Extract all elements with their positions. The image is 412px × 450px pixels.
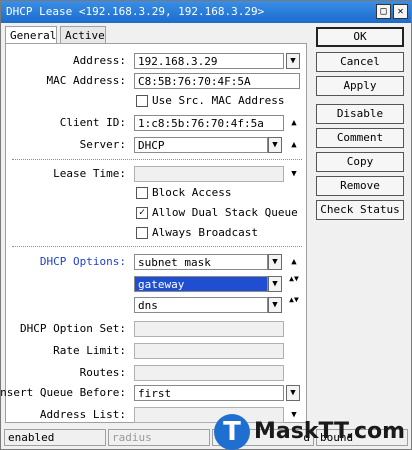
disable-button[interactable]: Disable — [316, 104, 404, 124]
tab-active[interactable]: Active — [60, 26, 106, 44]
dhcp-option-3-updown-icon[interactable]: ▲▼ — [288, 294, 300, 316]
address-dropdown-icon[interactable]: ▼ — [286, 53, 300, 69]
lease-time-label: Lease Time: — [53, 167, 126, 180]
dhcp-option-set-label: DHCP Option Set: — [20, 322, 126, 335]
close-button[interactable]: ✕ — [393, 4, 408, 19]
use-src-mac-label: Use Src. MAC Address — [152, 94, 285, 107]
watermark: T MaskTT.com — [214, 411, 410, 450]
checkbox-box — [136, 187, 148, 199]
dhcp-option-field-1[interactable]: subnet mask — [134, 254, 268, 270]
dhcp-option-field-2[interactable]: gateway — [134, 276, 268, 292]
dhcp-option-2-updown-icon[interactable]: ▲▼ — [288, 273, 300, 295]
dhcp-options-label: DHCP Options: — [39, 255, 126, 268]
insert-queue-before-label: Insert Queue Before: — [0, 386, 126, 399]
separator — [12, 246, 302, 247]
ok-button[interactable]: OK — [316, 27, 404, 47]
status-radius: radius — [108, 429, 210, 446]
server-dropdown-icon[interactable]: ▼ — [268, 137, 282, 153]
dhcp-option-set-field[interactable] — [134, 321, 284, 337]
title-bar[interactable]: DHCP Lease <192.168.3.29, 192.168.3.29> … — [1, 1, 411, 23]
apply-button[interactable]: Apply — [316, 76, 404, 96]
server-up-icon[interactable]: ▲ — [288, 137, 300, 153]
check-status-button[interactable]: Check Status — [316, 200, 404, 220]
client-id-field[interactable]: 1:c8:5b:76:70:4f:5a — [134, 115, 284, 131]
separator — [12, 159, 302, 160]
address-label: Address: — [73, 54, 126, 67]
routes-field[interactable] — [134, 365, 284, 381]
always-broadcast-checkbox[interactable]: Always Broadcast — [136, 226, 258, 240]
always-broadcast-label: Always Broadcast — [152, 226, 258, 239]
remove-button[interactable]: Remove — [316, 176, 404, 196]
address-field[interactable]: 192.168.3.29 — [134, 53, 284, 69]
checkbox-box — [136, 95, 148, 107]
checkbox-box — [136, 227, 148, 239]
server-label: Server: — [79, 138, 126, 151]
dhcp-lease-window: DHCP Lease <192.168.3.29, 192.168.3.29> … — [0, 0, 412, 450]
dhcp-option-1-up-icon[interactable]: ▲ — [288, 254, 300, 270]
insert-queue-before-field[interactable]: first — [134, 385, 284, 401]
block-access-label: Block Access — [152, 186, 232, 199]
dhcp-option-3-dropdown-icon[interactable]: ▼ — [268, 297, 282, 313]
comment-button[interactable]: Comment — [316, 128, 404, 148]
cancel-button[interactable]: Cancel — [316, 52, 404, 72]
server-field[interactable]: DHCP — [134, 137, 268, 153]
rate-limit-label: Rate Limit: — [53, 344, 126, 357]
use-src-mac-checkbox[interactable]: Use Src. MAC Address — [136, 94, 284, 108]
mac-address-label: MAC Address: — [46, 74, 126, 87]
lease-time-dropdown-icon[interactable]: ▼ — [288, 166, 300, 182]
general-panel: Address: 192.168.3.29 ▼ MAC Address: C8:… — [0, 43, 307, 423]
watermark-logo-icon: T — [214, 414, 250, 450]
dhcp-option-1-dropdown-icon[interactable]: ▼ — [268, 254, 282, 270]
insert-queue-dropdown-icon[interactable]: ▼ — [286, 385, 300, 401]
rate-limit-field[interactable] — [134, 343, 284, 359]
mac-address-field[interactable]: C8:5B:76:70:4F:5A — [134, 73, 300, 89]
status-enabled: enabled — [4, 429, 106, 446]
window-title: DHCP Lease <192.168.3.29, 192.168.3.29> — [6, 5, 265, 18]
block-access-checkbox[interactable]: Block Access — [136, 186, 231, 200]
allow-dual-stack-label: Allow Dual Stack Queue — [152, 206, 298, 219]
address-list-label: Address List: — [39, 408, 126, 421]
restore-button[interactable]: □ — [376, 4, 391, 19]
lease-time-field[interactable] — [134, 166, 284, 182]
allow-dual-stack-checkbox[interactable]: ✓ Allow Dual Stack Queue — [136, 206, 298, 220]
routes-label: Routes: — [79, 366, 126, 379]
client-id-label: Client ID: — [59, 116, 126, 129]
check-icon: ✓ — [136, 207, 148, 219]
client-id-up-icon[interactable]: ▲ — [288, 115, 300, 131]
copy-button[interactable]: Copy — [316, 152, 404, 172]
dhcp-option-2-dropdown-icon[interactable]: ▼ — [268, 276, 282, 292]
watermark-text: MaskTT.com — [254, 419, 406, 444]
dhcp-option-field-3[interactable]: dns — [134, 297, 268, 313]
